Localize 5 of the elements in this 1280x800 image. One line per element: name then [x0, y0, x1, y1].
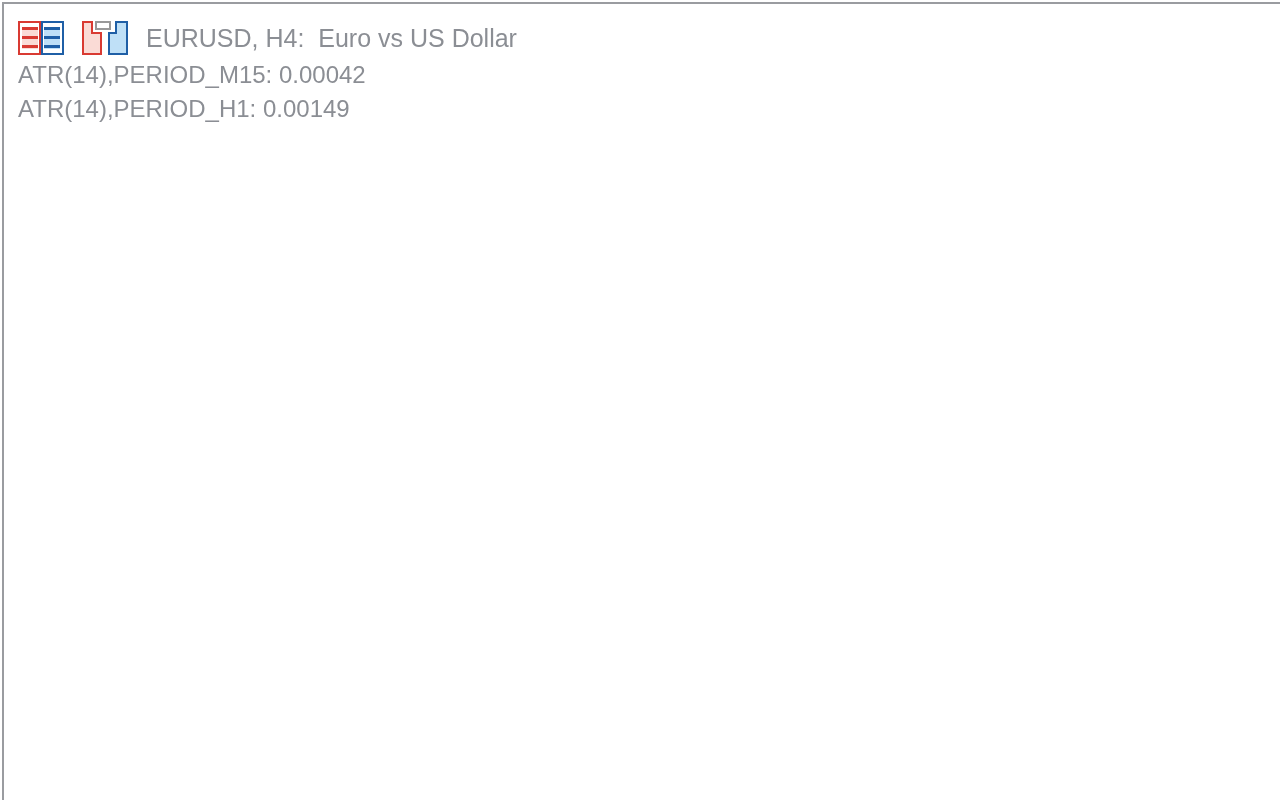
chart-icon[interactable] — [82, 21, 128, 55]
chart-title: EURUSD, H4: Euro vs US Dollar — [146, 23, 517, 53]
list-icon[interactable] — [18, 21, 64, 55]
indicator-value: ATR(14),PERIOD_H1: 0.00149 — [18, 94, 351, 124]
indicator-value: ATR(14),PERIOD_M15: 0.00042 — [18, 60, 367, 90]
